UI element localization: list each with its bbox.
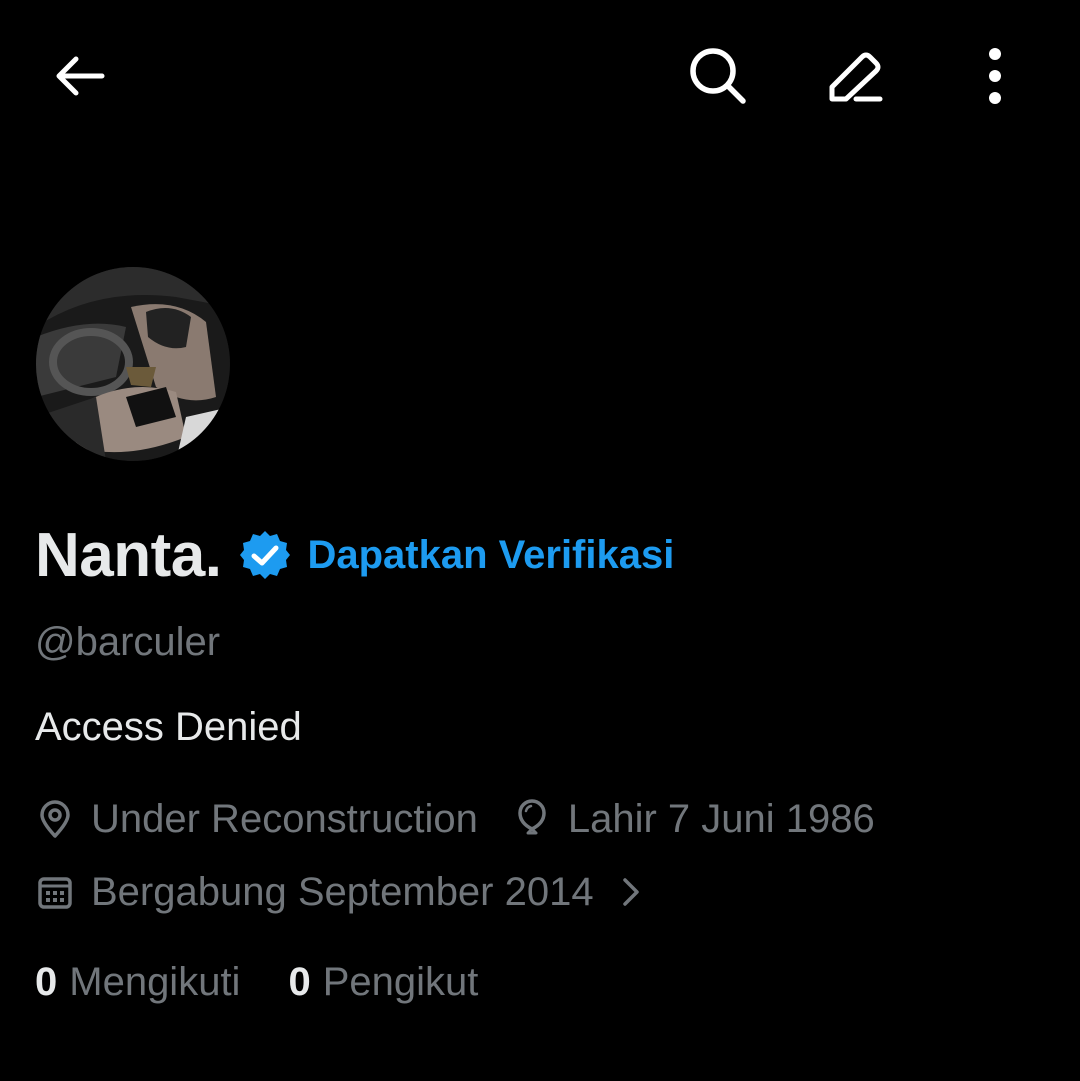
back-button[interactable] bbox=[40, 36, 120, 116]
pencil-icon bbox=[829, 52, 883, 102]
joined-text: Bergabung September 2014 bbox=[91, 869, 594, 914]
get-verified-link[interactable]: Dapatkan Verifikasi bbox=[307, 533, 674, 578]
avatar-photo bbox=[36, 267, 230, 461]
followers-label: Pengikut bbox=[322, 959, 479, 1004]
edit-profile-button[interactable] bbox=[815, 36, 895, 116]
followers-count: 0 bbox=[288, 959, 311, 1004]
followers-link[interactable]: 0 Pengikut bbox=[288, 960, 478, 1005]
search-icon bbox=[690, 48, 746, 104]
display-name: Nanta. bbox=[35, 520, 222, 590]
birthday-item: Lahir 7 Juni 1986 bbox=[512, 797, 875, 842]
location-text: Under Reconstruction bbox=[91, 796, 478, 841]
birthday-text: Lahir 7 Juni 1986 bbox=[567, 796, 875, 841]
location-item: Under Reconstruction bbox=[35, 797, 478, 842]
arrow-left-icon bbox=[56, 56, 105, 96]
profile-handle: @barculer bbox=[35, 620, 221, 664]
calendar-icon bbox=[35, 872, 75, 912]
profile-avatar[interactable] bbox=[34, 265, 232, 463]
profile-name-row: Nanta. Dapatkan Verifikasi bbox=[35, 515, 674, 595]
joined-item: Bergabung September 2014 bbox=[35, 870, 594, 915]
following-label: Mengikuti bbox=[69, 959, 241, 1004]
top-app-bar bbox=[0, 0, 1080, 150]
following-count: 0 bbox=[35, 959, 58, 1004]
joined-row[interactable]: Bergabung September 2014 bbox=[35, 867, 646, 917]
profile-bio: Access Denied bbox=[35, 705, 302, 749]
more-vertical-icon bbox=[989, 48, 1001, 104]
chevron-right-icon[interactable] bbox=[616, 872, 646, 912]
following-link[interactable]: 0 Mengikuti bbox=[35, 960, 240, 1005]
more-options-button[interactable] bbox=[955, 36, 1035, 116]
location-pin-icon bbox=[35, 799, 75, 839]
search-button[interactable] bbox=[678, 36, 758, 116]
balloon-icon bbox=[512, 799, 552, 839]
follow-stats: 0 Mengikuti 0 Pengikut bbox=[35, 956, 478, 1008]
profile-meta-row: Under Reconstruction Lahir 7 Juni 1986 bbox=[35, 794, 875, 844]
verified-badge-icon[interactable] bbox=[239, 529, 291, 581]
